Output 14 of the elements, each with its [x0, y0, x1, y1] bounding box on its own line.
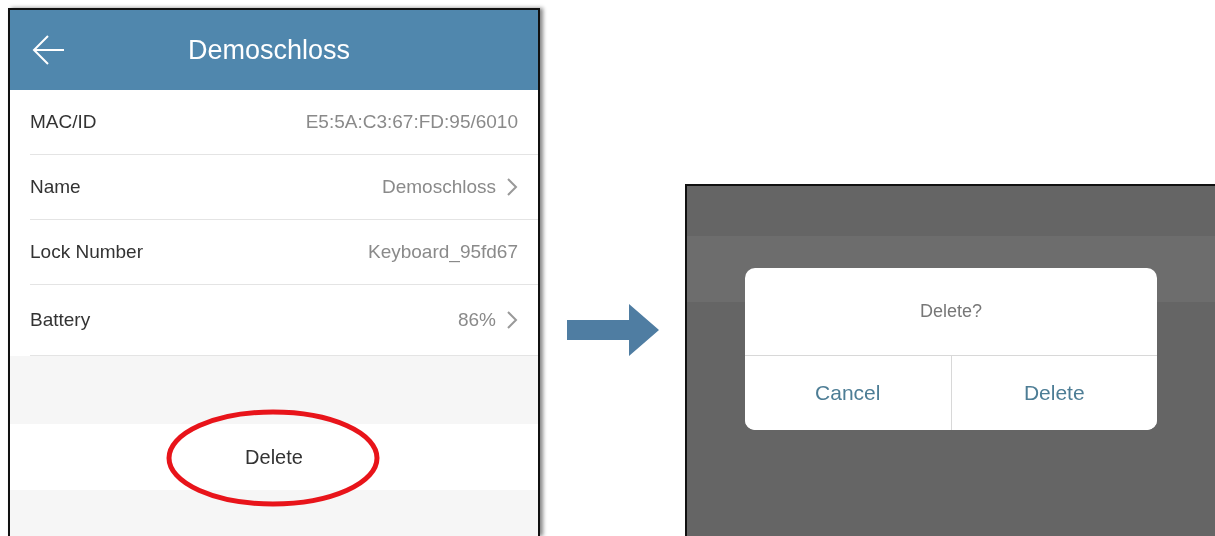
row-label: Lock Number — [30, 241, 144, 263]
back-arrow-icon[interactable] — [32, 34, 66, 66]
row-value: Keyboard_95fd67 — [368, 241, 518, 263]
right-arrow-icon — [566, 304, 659, 356]
row-label: Battery — [30, 309, 92, 331]
row-value: Demoschloss — [381, 176, 496, 198]
dialog-message: Delete? — [919, 301, 982, 322]
delete-button[interactable]: Delete — [237, 441, 311, 473]
row-value: E5:5A:C3:67:FD:95/6010 — [305, 111, 518, 133]
row-label: MAC/ID — [30, 111, 98, 133]
screen-title: Demoschloss — [187, 34, 351, 66]
row-label: Name — [30, 176, 82, 198]
dialog-button[interactable]: Delete — [950, 356, 1157, 430]
row-value: 86% — [457, 309, 496, 331]
